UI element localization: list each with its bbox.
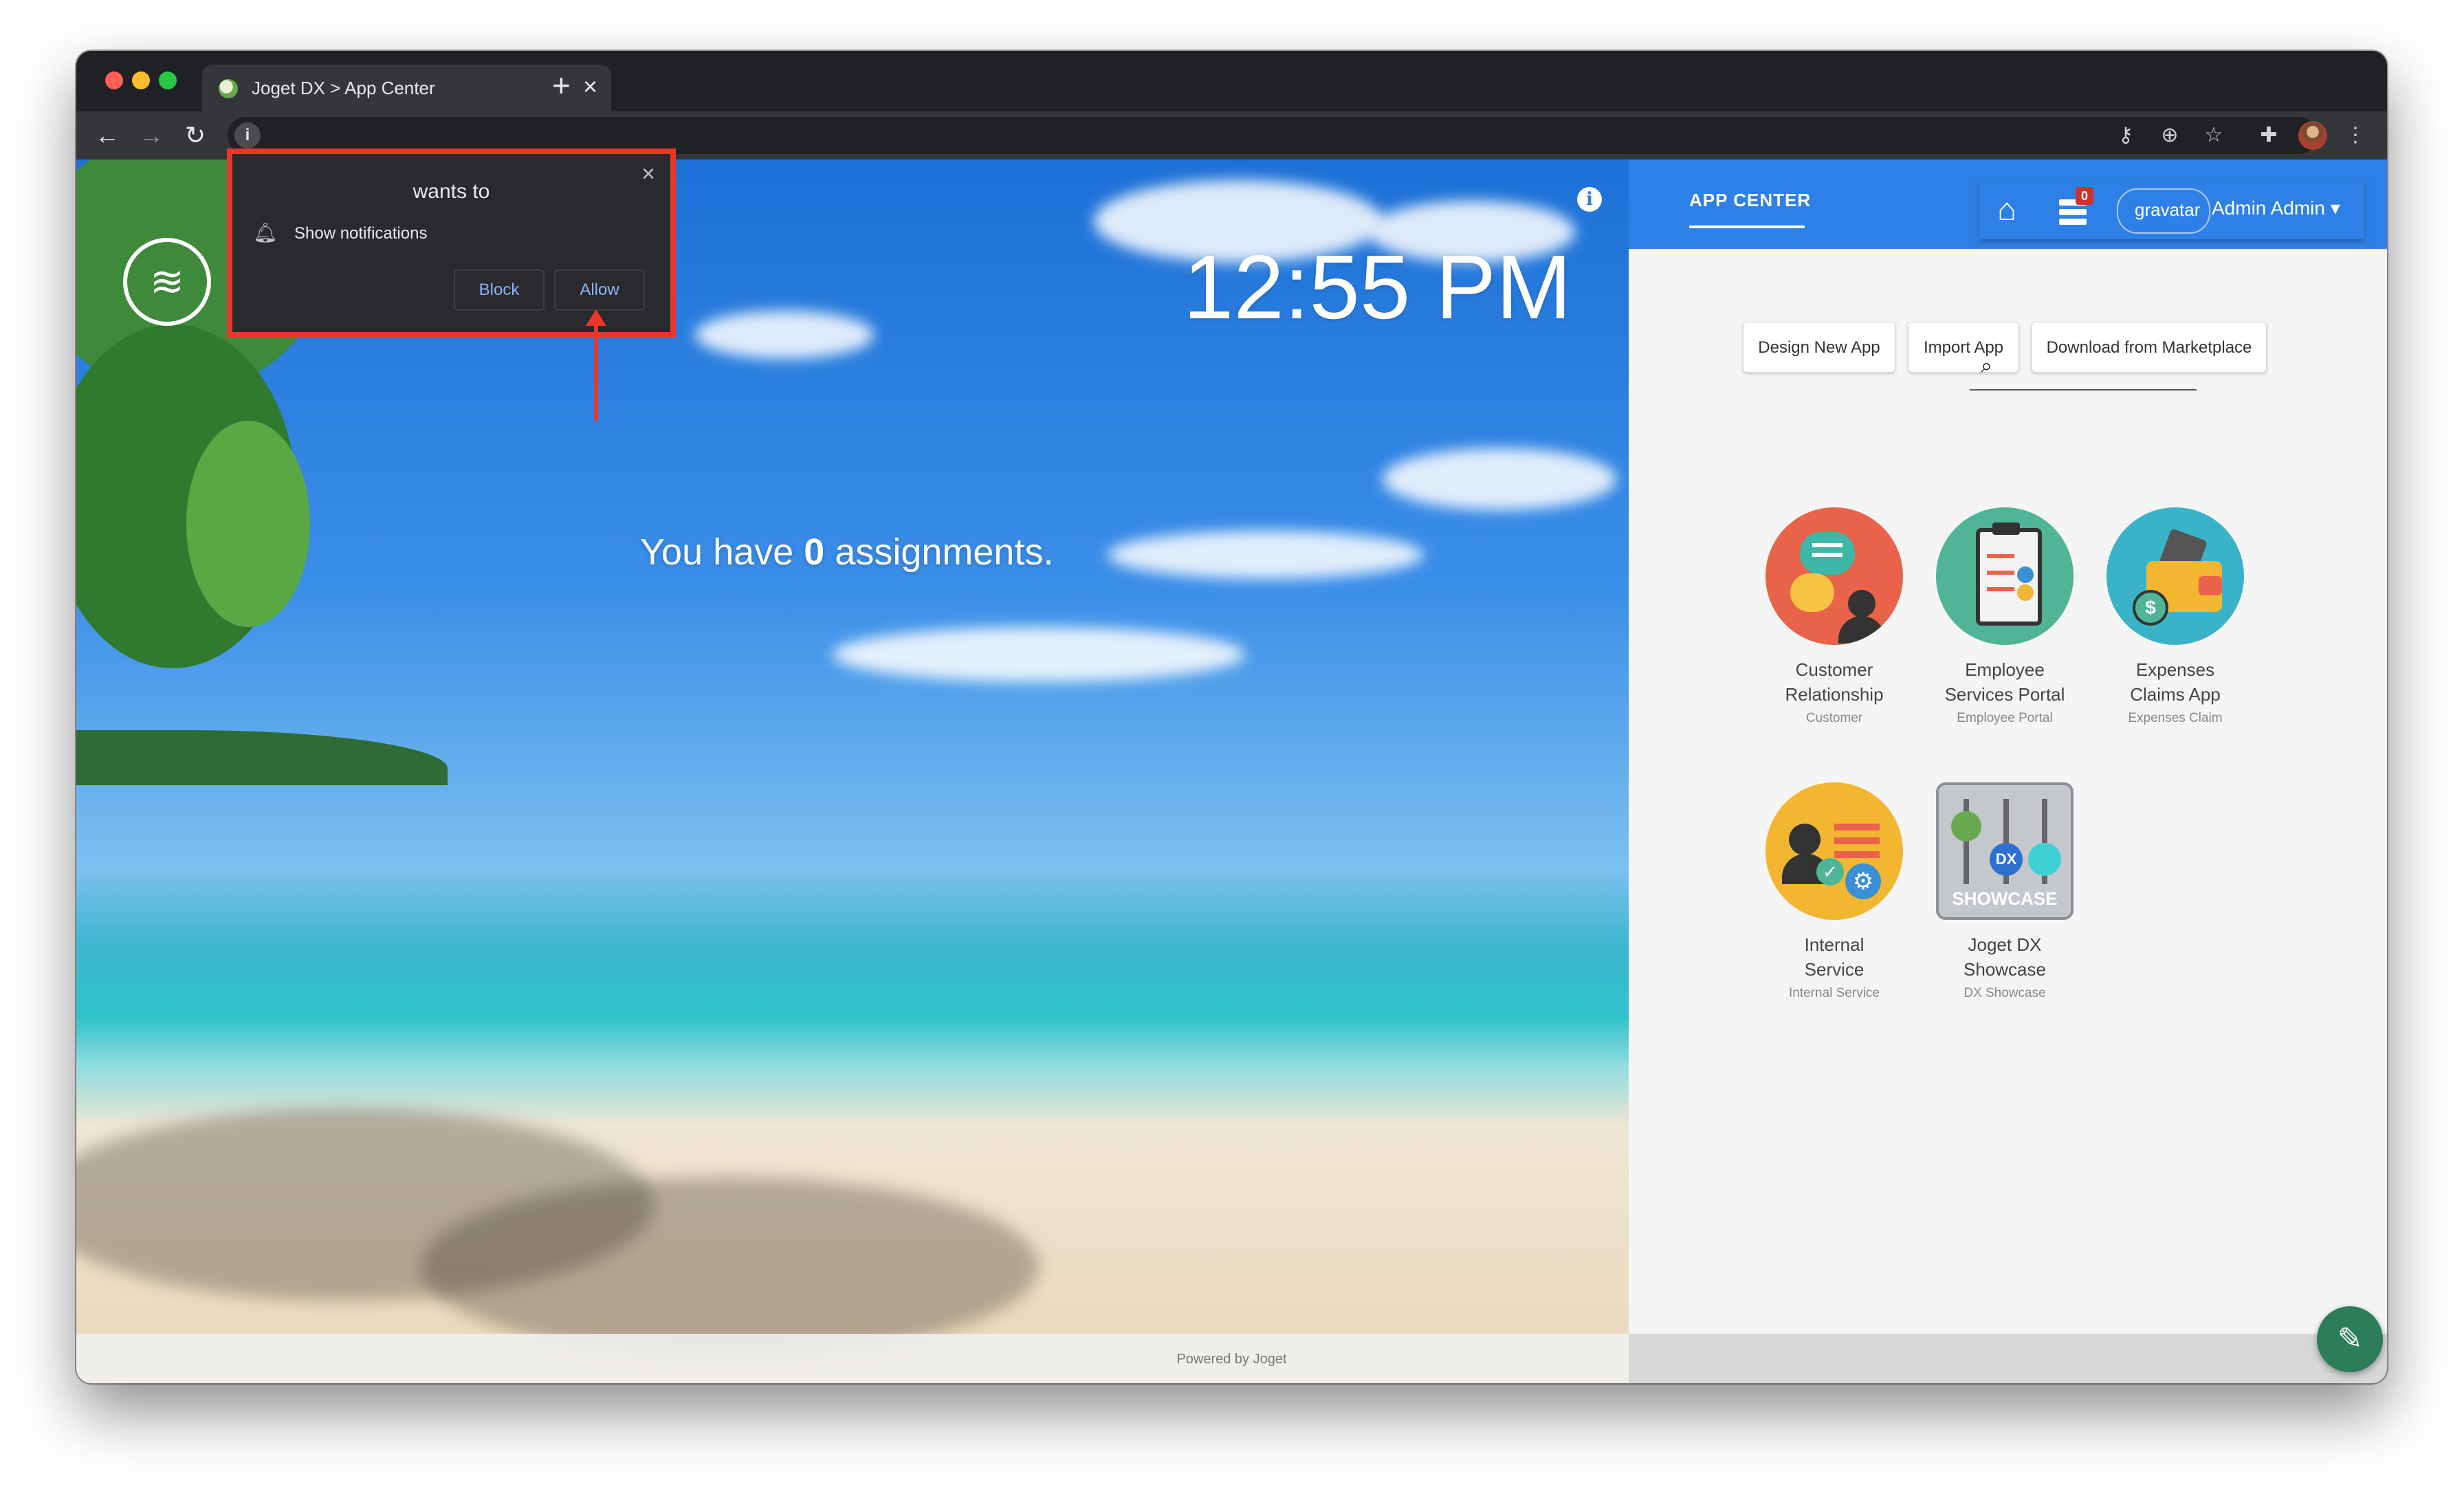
back-arrow-icon[interactable]: ← [91,120,123,151]
notification-permission-popup: wants to × 🔔︎ Show notifications Block A… [227,148,676,338]
install-app-icon[interactable]: ⊕ [2155,121,2184,150]
app-subtitle: Expenses Claim [2128,711,2223,725]
cloud [833,627,1245,682]
assignments-prefix: You have [640,531,794,573]
app-name: Expenses Claims App [2089,657,2261,707]
cloud [1108,531,1424,579]
app-name: Customer Relationship [1748,657,1920,707]
tree-foliage [186,421,310,627]
inbox-bar [2059,219,2087,225]
minimize-window-button[interactable] [132,72,150,89]
app-name-line: Service [1804,959,1864,980]
app-subtitle: Internal Service [1788,986,1880,1000]
app-name: Internal Service [1748,932,1920,982]
showcase-sliders-icon: DX SHOWCASE [1936,782,2074,920]
joget-favicon-icon [219,79,238,98]
app-name-line: Showcase [1964,959,2046,980]
active-tab-indicator [1689,226,1805,228]
design-new-app-button[interactable]: Design New App [1743,322,1895,373]
island [76,730,448,785]
app-name: Joget DX Showcase [1919,932,2091,982]
profile-avatar[interactable] [2298,121,2327,150]
app-name-line: Relationship [1785,684,1884,705]
maximize-window-button[interactable] [159,72,177,89]
home-icon[interactable]: ⌂ [1979,183,2034,235]
app-name-line: Customer [1795,659,1873,680]
inbox-count-badge: 0 [2076,187,2093,205]
app-tile-internal-service[interactable]: ✓ ⚙ Internal Service Internal Service [1748,782,1920,1001]
app-name-line: Expenses [2135,659,2215,680]
title-bar: Joget DX > App Center × + [76,51,2387,111]
annotation-arrow [594,318,598,421]
tab-title: Joget DX > App Center [252,78,435,98]
app-tile-joget-dx-showcase[interactable]: DX SHOWCASE Joget DX Showcase DX Showcas… [1919,782,2091,1001]
site-info-icon[interactable]: i [234,122,261,148]
search-icon[interactable]: ⌕ [1981,355,1992,378]
popup-message: Show notifications [294,224,428,243]
popup-title: wants to [412,180,490,203]
reload-icon[interactable]: ↻ [179,120,211,151]
annotation-arrow-head [586,309,606,326]
edit-pencil-icon[interactable]: ✎ [2317,1306,2383,1372]
app-name-line: Employee [1965,659,2045,680]
customer-chat-icon [1766,507,1903,645]
app-name: Employee Services Portal [1919,657,2091,707]
close-window-button[interactable] [105,72,123,89]
app-center-title[interactable]: APP CENTER [1689,190,1811,211]
extensions-puzzle-icon[interactable]: ✚ [2254,121,2283,150]
app-name-line: Claims App [2130,684,2221,705]
clock: 12:55 PM [1183,236,1572,338]
popup-close-icon[interactable]: × [641,161,655,188]
tree-shadow [420,1177,1039,1356]
search-input[interactable] [1970,389,2197,390]
block-button[interactable]: Block [454,270,544,311]
assignments-message[interactable]: You have 0 assignments. [640,531,1053,573]
app-tile-expenses-claims[interactable]: $ Expenses Claims App Expenses Claim [2089,507,2261,726]
page-content: ≋ i 12:55 PM You have 0 assignments. APP… [76,160,2387,1383]
allow-button[interactable]: Allow [554,270,645,311]
app-center-header: APP CENTER ⌂ 0 gravatar Admin Admin ▾ [1629,160,2387,249]
footer-bar: Powered by Joget [76,1334,2387,1383]
info-icon[interactable]: i [1577,187,1602,212]
user-gear-icon: ✓ ⚙ [1766,782,1903,920]
app-name-line: Services Portal [1944,684,2065,705]
app-subtitle: Customer [1805,711,1863,725]
download-marketplace-button[interactable]: Download from Marketplace [2032,322,2267,373]
gravatar-alt-text: gravatar [2135,199,2201,220]
bookmark-star-icon[interactable]: ☆ [2199,121,2228,150]
forward-arrow-icon[interactable]: → [135,120,167,151]
app-name-line: Internal [1804,934,1864,955]
assignments-count: 0 [804,531,825,573]
assignments-suffix: assignments. [835,531,1054,573]
powered-by-text[interactable]: Powered by Joget [76,1352,2387,1367]
joget-logo-icon[interactable]: ≋ [123,238,211,326]
browser-tab[interactable]: Joget DX > App Center × [202,65,611,111]
app-tile-customer-relationship[interactable]: Customer Relationship Customer [1748,507,1920,726]
wallet-money-icon: $ [2106,507,2244,645]
app-subtitle: DX Showcase [1964,986,2046,1000]
key-icon[interactable]: ⚷ [2111,121,2140,150]
user-name: Admin Admin ▾ [2212,197,2340,219]
beach-background: ≋ i 12:55 PM You have 0 assignments. [76,160,1629,1383]
app-tile-employee-services[interactable]: Employee Services Portal Employee Portal [1919,507,2091,726]
clipboard-checklist-icon [1936,507,2074,645]
app-subtitle: Employee Portal [1957,711,2053,725]
showcase-badge: DX [1990,843,2023,876]
browser-menu-icon[interactable]: ⋮ [2341,121,2370,150]
tab-close-icon[interactable]: × [583,73,597,100]
cloud [1383,448,1616,510]
import-app-button[interactable]: Import App [1908,322,2019,373]
showcase-label: SHOWCASE [1952,888,2058,909]
inbox-bar [2059,209,2087,215]
bell-icon: 🔔︎ [253,222,278,243]
new-tab-button[interactable]: + [552,65,571,106]
cloud [695,311,874,359]
app-name-line: Joget DX [1968,934,2042,955]
inbox-tray-icon[interactable]: 0 [2045,183,2100,235]
